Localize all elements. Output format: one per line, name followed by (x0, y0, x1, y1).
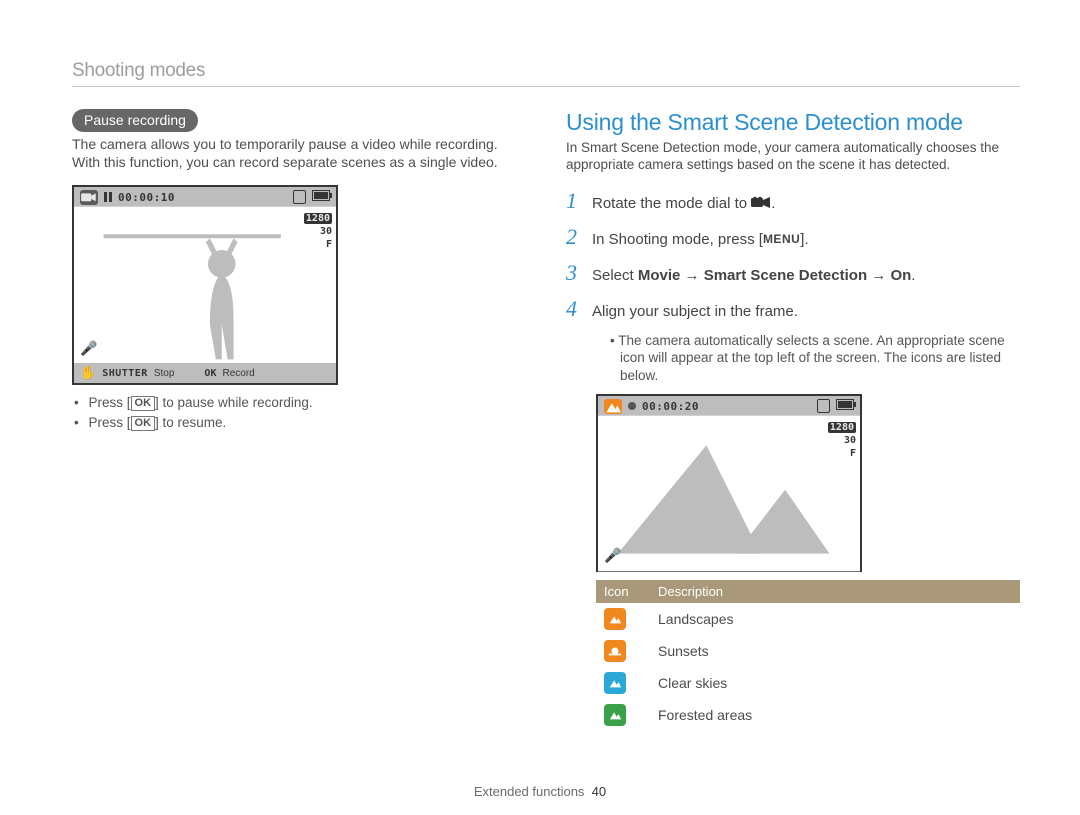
th-icon: Icon (596, 580, 650, 603)
scene-icon (604, 704, 626, 726)
fps-badge: 30 (844, 435, 856, 446)
step-3: 3 Select Movie → Smart Scene Detection →… (566, 260, 1020, 286)
screen-illustration-mountains (598, 396, 860, 571)
ok-key-icon: OK (131, 396, 156, 411)
resolution-badge: 1280 (828, 422, 856, 433)
camera-screen-pause: 00:00:10 (72, 185, 338, 385)
scene-label: Clear skies (650, 667, 1020, 699)
scene-label: Sunsets (650, 635, 1020, 667)
th-description: Description (650, 580, 1020, 603)
scene-icon-table: Icon Description LandscapesSunsetsClear … (596, 580, 1020, 731)
step-4: 4 Align your subject in the frame. (566, 296, 1020, 322)
camera-screen-scene: 00:00:20 1280 30 F 🎤 (596, 394, 862, 572)
scene-label: Landscapes (650, 603, 1020, 635)
step-number: 1 (566, 188, 592, 214)
resolution-badge: 1280 (304, 213, 332, 224)
mode-dial-movie-icon (751, 196, 771, 209)
scene-icon (604, 640, 626, 662)
ok-label: OK (204, 368, 216, 379)
left-column: Pause recording The camera allows you to… (72, 109, 526, 731)
smart-scene-intro: In Smart Scene Detection mode, your came… (566, 140, 1020, 174)
ok-key-icon: OK (131, 416, 156, 431)
menu-key-icon: MENU (763, 232, 800, 246)
step-number: 4 (566, 296, 592, 322)
table-row: Forested areas (596, 699, 1020, 731)
step-1: 1 Rotate the mode dial to . (566, 188, 1020, 214)
hand-icon: ✋ (80, 365, 96, 381)
page-header: Shooting modes (72, 60, 1020, 87)
table-row: Clear skies (596, 667, 1020, 699)
page-footer: Extended functions 40 (0, 784, 1080, 799)
shutter-label: SHUTTER (102, 368, 148, 379)
stop-label: Stop (154, 368, 175, 379)
footer-section: Extended functions (474, 784, 585, 799)
scene-icon (604, 672, 626, 694)
right-column: Using the Smart Scene Detection mode In … (566, 109, 1020, 731)
mic-icon: 🎤 (80, 340, 97, 357)
scene-label: Forested areas (650, 699, 1020, 731)
rate-badge: F (326, 239, 332, 250)
pause-tips-list: Press [OK] to pause while recording. Pre… (72, 395, 526, 431)
screen-illustration-boy (74, 187, 336, 384)
smart-scene-title: Using the Smart Scene Detection mode (566, 109, 1020, 136)
mic-icon: 🎤 (604, 547, 621, 564)
step-number: 3 (566, 260, 592, 286)
rate-badge: F (850, 448, 856, 459)
scene-icon (604, 608, 626, 630)
table-row: Sunsets (596, 635, 1020, 667)
pause-recording-pill: Pause recording (72, 109, 198, 132)
tip-pause: Press [OK] to pause while recording. (72, 395, 526, 411)
pause-recording-paragraph: The camera allows you to temporarily pau… (72, 136, 526, 171)
table-row: Landscapes (596, 603, 1020, 635)
step-2: 2 In Shooting mode, press [MENU]. (566, 224, 1020, 250)
fps-badge: 30 (320, 226, 332, 237)
tip-resume: Press [OK] to resume. (72, 415, 526, 431)
record-label: Record (222, 368, 254, 379)
step-number: 2 (566, 224, 592, 250)
step-4-note: The camera automatically selects a scene… (596, 332, 1020, 385)
footer-page-number: 40 (592, 784, 606, 799)
